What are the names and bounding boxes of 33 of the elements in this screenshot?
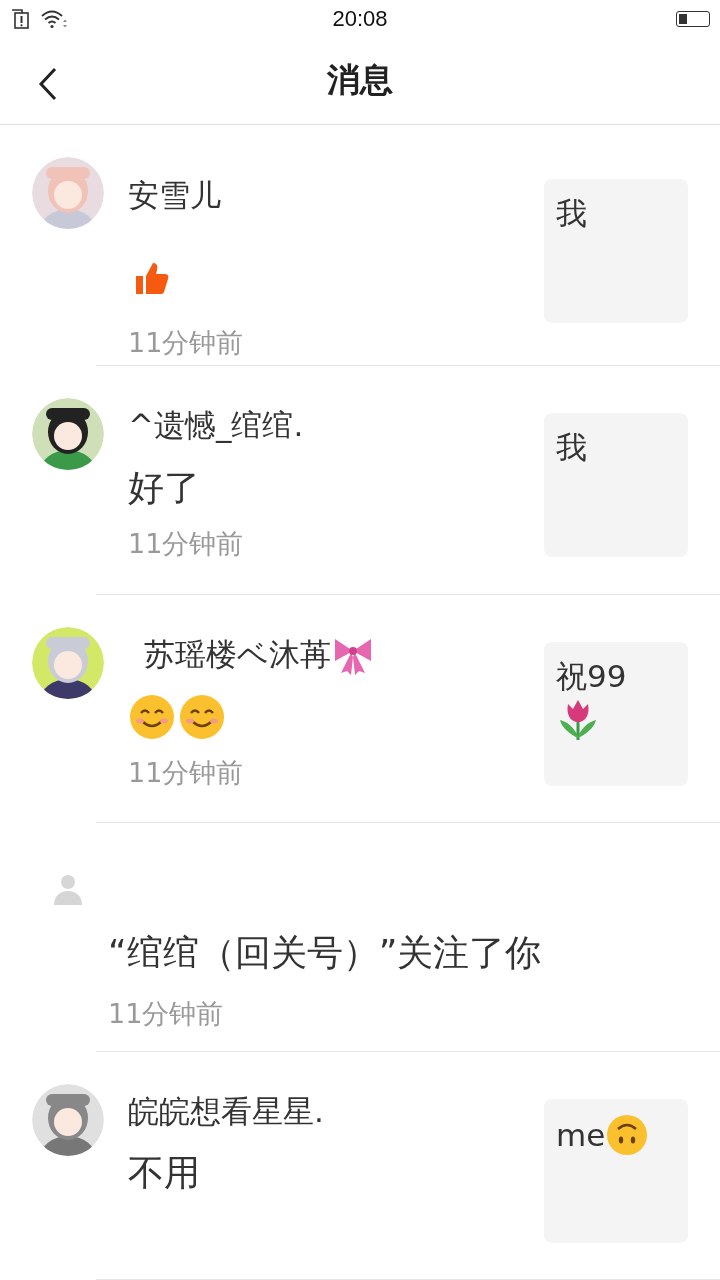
post-preview[interactable]: 我 bbox=[544, 178, 688, 323]
message-time: 11分钟前 bbox=[128, 527, 245, 562]
page-title: 消息 bbox=[327, 59, 393, 102]
preview-text: 我 bbox=[556, 193, 587, 233]
message-time: 11分钟前 bbox=[108, 997, 225, 1032]
message-time: 11分钟前 bbox=[128, 755, 245, 790]
preview-text: 我 bbox=[556, 428, 587, 468]
follow-text: “绾绾（回关号）”关注了你 bbox=[108, 931, 543, 976]
message-row[interactable]: 苏瑶楼ベ沐苒 11分钟前 祝99 bbox=[0, 594, 720, 824]
smiling-face-icon bbox=[128, 692, 176, 741]
message-row[interactable]: ^遗憾_绾绾. 好了 11分钟前 我 bbox=[0, 366, 720, 595]
post-preview[interactable]: 祝99 bbox=[544, 641, 688, 786]
user-name: 安雪儿 bbox=[128, 175, 221, 215]
user-name: 苏瑶楼ベ沐苒 bbox=[143, 634, 331, 674]
default-avatar-icon bbox=[52, 873, 84, 906]
smiling-face-icon bbox=[178, 692, 226, 741]
user-name: 皖皖想看星星. bbox=[128, 1091, 324, 1131]
preview-text: me bbox=[556, 1116, 606, 1153]
upside-down-face-icon bbox=[605, 1112, 650, 1157]
message-time: 11分钟前 bbox=[128, 325, 245, 360]
message-row[interactable]: 皖皖想看星星. 不用 me bbox=[0, 1051, 720, 1280]
sim-alert-icon bbox=[10, 7, 30, 30]
reply-text: 好了 bbox=[128, 465, 200, 510]
message-row[interactable]: “绾绾（回关号）”关注了你 11分钟前 bbox=[0, 823, 720, 1052]
status-time: 20:08 bbox=[332, 5, 388, 32]
post-preview[interactable]: me bbox=[544, 1098, 688, 1243]
message-row[interactable]: 安雪儿 11分钟前 我 bbox=[0, 124, 720, 367]
reply-text: 不用 bbox=[128, 1151, 200, 1196]
chevron-left-icon bbox=[38, 66, 58, 101]
battery-icon bbox=[676, 10, 710, 27]
user-name: ^遗憾_绾绾. bbox=[128, 406, 304, 446]
post-preview[interactable]: 我 bbox=[544, 413, 688, 558]
preview-text: 祝99 bbox=[556, 656, 627, 696]
